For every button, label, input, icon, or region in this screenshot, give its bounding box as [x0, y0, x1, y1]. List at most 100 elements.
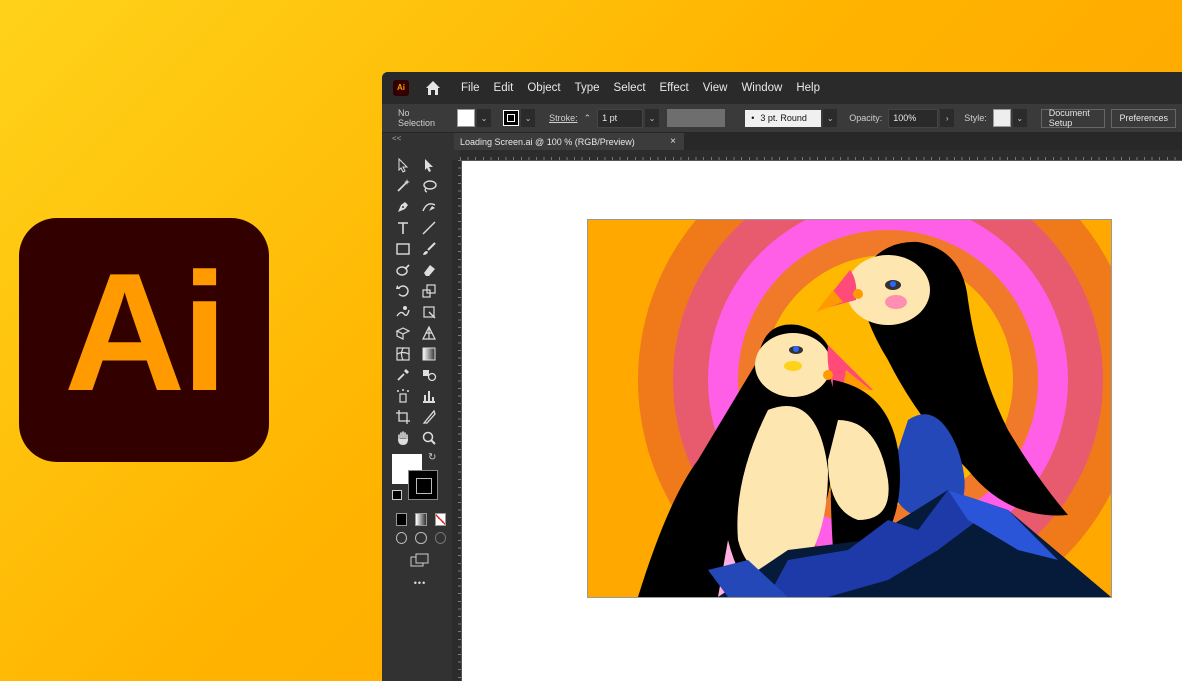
vertical-ruler[interactable]	[452, 160, 462, 681]
stroke-swatch[interactable]	[503, 110, 520, 126]
document-setup-button[interactable]: Document Setup	[1040, 108, 1106, 128]
menu-view[interactable]: View	[703, 82, 728, 94]
variable-width-profile[interactable]	[667, 109, 726, 127]
color-mode-icon[interactable]	[396, 512, 408, 526]
eraser-tool[interactable]	[416, 260, 442, 280]
style-swatch[interactable]	[992, 109, 1011, 127]
default-colors-icon[interactable]	[392, 490, 402, 500]
line-tool[interactable]	[416, 218, 442, 238]
draw-inside-icon[interactable]	[434, 532, 446, 544]
stepper-icon[interactable]: ⌃	[584, 113, 592, 124]
menu-edit[interactable]: Edit	[494, 82, 514, 94]
shape-builder-tool[interactable]	[390, 323, 416, 343]
app-icon[interactable]: Ai	[393, 80, 409, 96]
collapse-panel-button[interactable]: <<	[392, 134, 401, 143]
document-tab[interactable]: Loading Screen.ai @ 100 % (RGB/Preview) …	[454, 133, 684, 150]
gradient-mode-icon[interactable]	[415, 512, 427, 526]
menu-help[interactable]: Help	[796, 82, 820, 94]
none-mode-icon[interactable]	[434, 512, 446, 526]
free-transform-tool[interactable]	[416, 302, 442, 322]
free-transform-icon	[423, 305, 436, 318]
puffin-illustration	[588, 220, 1111, 597]
chevron-down-icon[interactable]: ⌄	[1012, 109, 1027, 127]
stroke-color-swatch[interactable]	[408, 470, 438, 500]
slice-tool[interactable]	[416, 407, 442, 427]
home-icon[interactable]	[423, 78, 443, 98]
direct-selection-icon	[425, 158, 433, 172]
paintbrush-tool[interactable]	[416, 239, 442, 259]
screen-mode-icon[interactable]	[410, 553, 430, 567]
lasso-tool[interactable]	[416, 176, 442, 196]
eyedropper-tool[interactable]	[390, 365, 416, 385]
menu-effect[interactable]: Effect	[660, 82, 689, 94]
shaper-tool[interactable]	[390, 260, 416, 280]
stroke-label[interactable]: Stroke:	[549, 113, 578, 123]
eraser-icon	[424, 264, 435, 276]
blend-tool[interactable]	[416, 365, 442, 385]
direct-selection-tool[interactable]	[416, 155, 442, 175]
graph-tool[interactable]	[416, 386, 442, 406]
opacity-control[interactable]: 100% ›	[888, 108, 955, 128]
opacity-field[interactable]: 100%	[888, 108, 939, 128]
selection-tool[interactable]	[390, 155, 416, 175]
close-icon[interactable]: ×	[670, 136, 676, 147]
stroke-color-control[interactable]: ⌄	[503, 109, 536, 127]
type-tool[interactable]	[390, 218, 416, 238]
fill-stroke-widget[interactable]: ↻	[390, 452, 450, 508]
fill-control[interactable]: ⌄	[457, 109, 492, 127]
style-control[interactable]: ⌄	[992, 109, 1027, 127]
illustrator-logo: Ai	[19, 218, 269, 462]
mesh-tool[interactable]	[390, 344, 416, 364]
zoom-tool[interactable]	[416, 428, 442, 448]
curvature-icon	[422, 202, 436, 211]
edit-toolbar-icon[interactable]: •••	[390, 572, 450, 593]
draw-behind-icon[interactable]	[415, 532, 427, 544]
opacity-label[interactable]: Opacity:	[849, 113, 882, 123]
artboard-icon	[396, 409, 410, 424]
chevron-down-icon[interactable]: ⌄	[521, 109, 536, 127]
preferences-button[interactable]: Preferences	[1111, 108, 1176, 128]
scale-tool[interactable]	[416, 281, 442, 301]
warp-tool[interactable]	[390, 302, 416, 322]
swap-arrows-icon[interactable]: ↻	[428, 452, 436, 463]
curvature-tool[interactable]	[416, 197, 442, 217]
rectangle-icon	[396, 242, 410, 255]
menu-type[interactable]: Type	[575, 82, 600, 94]
stroke-weight-control[interactable]: 1 pt ⌄	[597, 108, 660, 128]
horizontal-ruler[interactable]	[460, 150, 1182, 161]
rectangle-tool[interactable]	[390, 239, 416, 259]
chevron-right-icon[interactable]: ›	[940, 109, 955, 127]
hand-icon	[398, 430, 408, 445]
menu-file[interactable]: File	[461, 82, 480, 94]
menu-bar: Ai File Edit Object Type Select Effect V…	[382, 72, 1182, 104]
artboard-tool[interactable]	[390, 407, 416, 427]
chevron-down-icon[interactable]: ⌄	[823, 109, 838, 127]
magic-wand-icon	[397, 178, 410, 192]
line-icon	[422, 221, 436, 234]
menu-object[interactable]: Object	[527, 82, 560, 94]
puffin-artwork[interactable]	[587, 219, 1112, 598]
logo-text: Ai	[64, 238, 228, 426]
document-tab-title: Loading Screen.ai @ 100 % (RGB/Preview)	[460, 136, 635, 147]
magic-wand-tool[interactable]	[390, 176, 416, 196]
fill-swatch[interactable]	[457, 109, 476, 127]
menu-select[interactable]: Select	[614, 82, 646, 94]
menu-items: File Edit Object Type Select Effect View…	[461, 82, 834, 94]
perspective-grid-tool[interactable]	[416, 323, 442, 343]
rotate-tool[interactable]	[390, 281, 416, 301]
stroke-weight-field[interactable]: 1 pt	[597, 108, 644, 128]
gradient-tool[interactable]	[416, 344, 442, 364]
slice-icon	[422, 409, 436, 424]
symbol-sprayer-tool[interactable]	[390, 386, 416, 406]
illustrator-window: Ai File Edit Object Type Select Effect V…	[382, 72, 1182, 681]
chevron-down-icon[interactable]: ⌄	[645, 109, 660, 127]
artboard-canvas[interactable]	[462, 161, 1182, 681]
draw-normal-icon[interactable]	[396, 532, 408, 544]
style-label[interactable]: Style:	[964, 113, 987, 123]
menu-window[interactable]: Window	[741, 82, 782, 94]
hand-tool[interactable]	[390, 428, 416, 448]
chevron-down-icon[interactable]: ⌄	[477, 109, 492, 127]
brush-control[interactable]: • 3 pt. Round ⌄	[745, 109, 838, 127]
brush-definition[interactable]: • 3 pt. Round	[745, 109, 822, 127]
pen-tool[interactable]	[390, 197, 416, 217]
